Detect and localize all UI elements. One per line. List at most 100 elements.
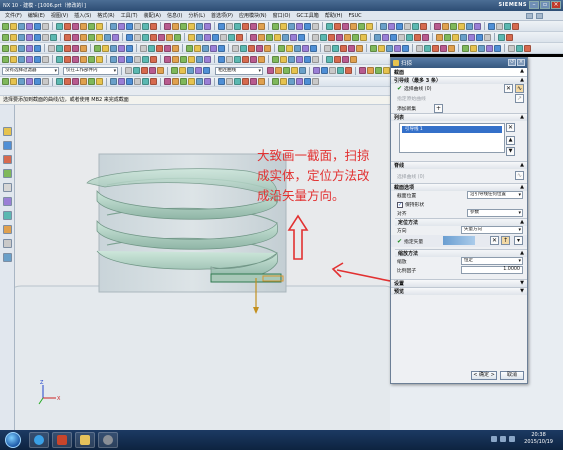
type-filter-select[interactable]: 没有选择过滤器 bbox=[2, 66, 59, 75]
toolbar-tool-icon[interactable] bbox=[56, 22, 63, 30]
toolbar-tool-icon[interactable] bbox=[342, 22, 349, 30]
toolbar-tool-icon[interactable] bbox=[118, 44, 125, 52]
toolbar-tool-icon[interactable] bbox=[188, 33, 195, 41]
toolbar-tool-icon[interactable] bbox=[390, 33, 397, 41]
toolbar-tool-icon[interactable] bbox=[64, 33, 71, 41]
menu-edit[interactable]: 编辑(E) bbox=[25, 12, 48, 19]
toolbar-tool-icon[interactable] bbox=[242, 22, 249, 30]
menu-analysis[interactable]: 分析(L) bbox=[185, 12, 208, 19]
toolbar-tool-icon[interactable] bbox=[524, 44, 531, 52]
toolbar-tool-icon[interactable] bbox=[96, 78, 103, 85]
orientation-section-header[interactable]: 定位方法 ▲ bbox=[395, 218, 527, 226]
menu-view[interactable]: 视图(V) bbox=[48, 12, 71, 19]
toolbar-tool-icon[interactable] bbox=[110, 55, 117, 63]
toolbar-tool-icon[interactable] bbox=[226, 55, 233, 63]
toolbar-tool-icon[interactable] bbox=[299, 66, 306, 74]
toolbar-tool-icon[interactable] bbox=[26, 44, 33, 52]
assembly-navigator-icon[interactable] bbox=[2, 141, 12, 150]
toolbar-tool-icon[interactable] bbox=[404, 22, 411, 30]
toolbar-tool-icon[interactable] bbox=[298, 33, 305, 41]
toolbar-tool-icon[interactable] bbox=[275, 66, 282, 74]
toolbar-tool-icon[interactable] bbox=[476, 33, 483, 41]
toolbar-tool-icon[interactable] bbox=[274, 33, 281, 41]
toolbar-tool-icon[interactable] bbox=[272, 78, 279, 85]
toolbar-tool-icon[interactable] bbox=[149, 66, 157, 74]
toolbar-tool-icon[interactable] bbox=[329, 66, 336, 74]
toolbar-tool-icon[interactable] bbox=[218, 78, 225, 85]
spine-curve-icon[interactable]: ∿ bbox=[515, 171, 524, 180]
toolbar-tool-icon[interactable] bbox=[280, 55, 287, 63]
close-button[interactable]: × bbox=[551, 1, 561, 9]
spine-section-header[interactable]: 脊线 ▲ bbox=[391, 161, 527, 169]
toolbar-tool-icon[interactable] bbox=[359, 66, 366, 74]
toolbar-tool-icon[interactable] bbox=[312, 78, 319, 85]
toolbar-tool-icon[interactable] bbox=[412, 22, 419, 30]
history-icon[interactable] bbox=[2, 197, 12, 206]
toolbar-tool-icon[interactable] bbox=[512, 22, 519, 30]
toolbar-tool-icon[interactable] bbox=[34, 22, 41, 30]
toolbar-tool-icon[interactable] bbox=[504, 22, 511, 30]
toolbar-tool-icon[interactable] bbox=[264, 44, 271, 52]
toolbar-tool-icon[interactable] bbox=[486, 44, 493, 52]
curve-select-icon[interactable]: ∿ bbox=[515, 84, 524, 93]
toolbar-tool-icon[interactable] bbox=[383, 66, 390, 74]
toolbar-tool-icon[interactable] bbox=[194, 44, 201, 52]
toolbar-tool-icon[interactable] bbox=[180, 78, 187, 85]
toolbar-tool-icon[interactable] bbox=[218, 22, 225, 30]
toolbar-tool-icon[interactable] bbox=[204, 22, 211, 30]
dialog-titlebar[interactable]: 扫掠 ↺ × bbox=[391, 58, 527, 68]
toolbar-tool-icon[interactable] bbox=[42, 55, 49, 63]
toolbar-tool-icon[interactable] bbox=[478, 44, 485, 52]
menu-preferences[interactable]: 首选项(P) bbox=[208, 12, 236, 19]
toolbar-tool-icon[interactable] bbox=[334, 22, 341, 30]
toolbar-tool-icon[interactable] bbox=[422, 33, 429, 41]
toolbar-tool-icon[interactable] bbox=[313, 66, 320, 74]
toolbar-tool-icon[interactable] bbox=[226, 78, 233, 85]
toolbar-tool-icon[interactable] bbox=[434, 22, 441, 30]
toolbar-tool-icon[interactable] bbox=[250, 55, 257, 63]
toolbar-tool-icon[interactable] bbox=[26, 55, 33, 63]
dialog-close-button[interactable]: × bbox=[517, 59, 525, 66]
toolbar-tool-icon[interactable] bbox=[286, 44, 293, 52]
toolbar-tool-icon[interactable] bbox=[394, 44, 401, 52]
cancel-button[interactable]: 取消 bbox=[500, 371, 524, 380]
taskbar-nx-button[interactable] bbox=[52, 432, 72, 448]
toolbar-tool-icon[interactable] bbox=[444, 33, 451, 41]
toolbar-tool-icon[interactable] bbox=[396, 22, 403, 30]
toolbar-tool-icon[interactable] bbox=[26, 33, 33, 41]
toolbar-tool-icon[interactable] bbox=[80, 44, 87, 52]
toolbar-tool-icon[interactable] bbox=[402, 44, 409, 52]
toolbar-tool-icon[interactable] bbox=[18, 78, 25, 85]
toolbar-tool-icon[interactable] bbox=[342, 55, 349, 63]
part-navigator-icon[interactable] bbox=[2, 127, 12, 136]
toolbar-tool-icon[interactable] bbox=[186, 44, 193, 52]
toolbar-tool-icon[interactable] bbox=[102, 44, 109, 52]
toolbar-tool-icon[interactable] bbox=[72, 78, 79, 85]
scale-select[interactable]: 恒定 bbox=[461, 257, 523, 265]
toolbar-tool-icon[interactable] bbox=[96, 33, 103, 41]
toolbar-tool-icon[interactable] bbox=[375, 66, 382, 74]
toolbar-tool-icon[interactable] bbox=[212, 33, 219, 41]
toolbar-tool-icon[interactable] bbox=[88, 22, 95, 30]
toolbar-tool-icon[interactable] bbox=[488, 22, 495, 30]
toolbar-tool-icon[interactable] bbox=[283, 66, 290, 74]
toolbar-tool-icon[interactable] bbox=[172, 78, 179, 85]
toolbar-tool-icon[interactable] bbox=[460, 33, 467, 41]
guide-listbox[interactable]: 引导线 1 bbox=[399, 123, 505, 153]
reuse-library-icon[interactable] bbox=[2, 169, 12, 178]
toolbar-tool-icon[interactable] bbox=[126, 78, 133, 85]
toolbar-tool-icon[interactable] bbox=[188, 55, 195, 63]
toolbar-tool-icon[interactable] bbox=[272, 22, 279, 30]
toolbar-tool-icon[interactable] bbox=[56, 55, 63, 63]
toolbar-tool-icon[interactable] bbox=[242, 78, 249, 85]
toolbar-tool-icon[interactable] bbox=[202, 44, 209, 52]
toolbar-tool-icon[interactable] bbox=[134, 78, 141, 85]
process-studio-icon[interactable] bbox=[2, 225, 12, 234]
toolbar-tool-icon[interactable] bbox=[296, 55, 303, 63]
toolbar-tool-icon[interactable] bbox=[424, 44, 431, 52]
toolbar-tool-icon[interactable] bbox=[220, 33, 227, 41]
toolbar-tool-icon[interactable] bbox=[142, 22, 149, 30]
toolbar-tool-icon[interactable] bbox=[150, 22, 157, 30]
toolbar-tool-icon[interactable] bbox=[458, 22, 465, 30]
roles-icon[interactable] bbox=[2, 239, 12, 248]
